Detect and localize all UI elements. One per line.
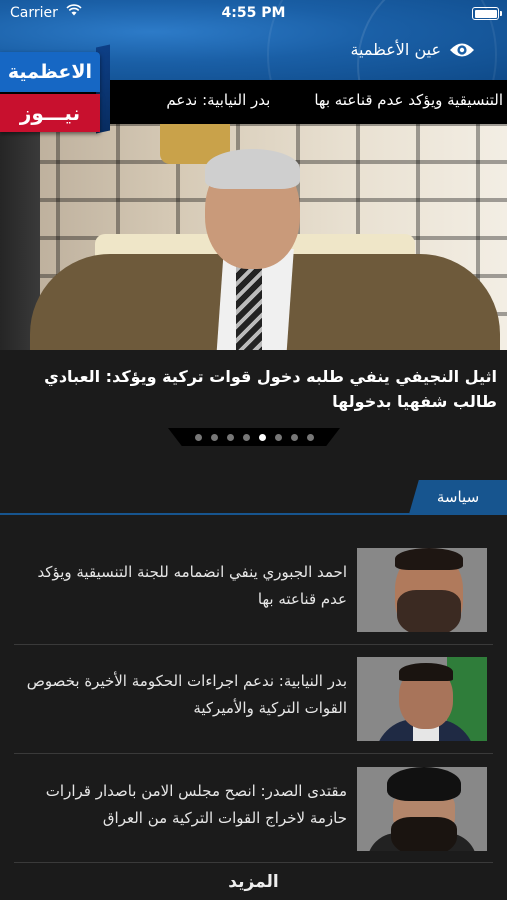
- article-title: مقتدى الصدر: انصح مجلس الامن باصدار قرار…: [45, 782, 347, 827]
- page-dot[interactable]: [194, 433, 202, 441]
- article-title: احمد الجبوري ينفي انضمامه للجنة التنسيقي…: [37, 563, 347, 608]
- section-title: سياسة: [436, 488, 480, 506]
- section-tab-politics[interactable]: سياسة: [409, 480, 507, 514]
- ticker-text: التنسيقية ويؤكد عدم قناعته بها بدر النياب…: [166, 91, 503, 109]
- section-divider: [0, 513, 507, 515]
- article-thumbnail: [357, 657, 487, 741]
- article-title: بدر النيابية: ندعم اجراءات الحكومة الأخي…: [26, 672, 347, 717]
- eye-icon: [450, 43, 474, 56]
- logo-bottom-text: نيـــوز: [0, 94, 100, 132]
- battery-icon: [472, 7, 502, 20]
- logo-top-text: الاعظمية: [0, 52, 100, 92]
- page-indicator[interactable]: [168, 428, 340, 446]
- list-item[interactable]: بدر النيابية: ندعم اجراءات الحكومة الأخي…: [14, 652, 493, 744]
- featured-headline: اثيل النجيفي ينفي طلبه دخول قوات تركية و…: [44, 367, 497, 411]
- clock: 4:55 PM: [221, 5, 286, 21]
- page-dot-active[interactable]: [258, 433, 266, 441]
- list-divider: [14, 862, 493, 863]
- page-dot[interactable]: [210, 433, 218, 441]
- featured-caption[interactable]: اثيل النجيفي ينفي طلبه دخول قوات تركية و…: [0, 350, 507, 428]
- app-title[interactable]: عين الأعظمية: [350, 40, 475, 59]
- list-divider: [14, 753, 493, 754]
- page-dot[interactable]: [290, 433, 298, 441]
- status-bar: Carrier 4:55 PM: [0, 0, 507, 28]
- article-thumbnail: [357, 767, 487, 851]
- ticker-item[interactable]: بدر النيابية: ندعم: [166, 91, 270, 109]
- page-dot[interactable]: [306, 433, 314, 441]
- page-dot[interactable]: [242, 433, 250, 441]
- app-title-label: عين الأعظمية: [350, 40, 441, 59]
- list-divider: [14, 644, 493, 645]
- article-thumbnail: [357, 548, 487, 632]
- featured-image[interactable]: [0, 124, 507, 350]
- list-item[interactable]: مقتدى الصدر: انصح مجلس الامن باصدار قرار…: [14, 762, 493, 854]
- page-dot[interactable]: [226, 433, 234, 441]
- page-dot[interactable]: [274, 433, 282, 441]
- ticker-item[interactable]: التنسيقية ويؤكد عدم قناعته بها: [314, 91, 503, 109]
- list-item[interactable]: احمد الجبوري ينفي انضمامه للجنة التنسيقي…: [14, 543, 493, 635]
- more-button[interactable]: المزيد: [0, 864, 507, 900]
- app-logo: الاعظمية نيـــوز: [0, 42, 112, 134]
